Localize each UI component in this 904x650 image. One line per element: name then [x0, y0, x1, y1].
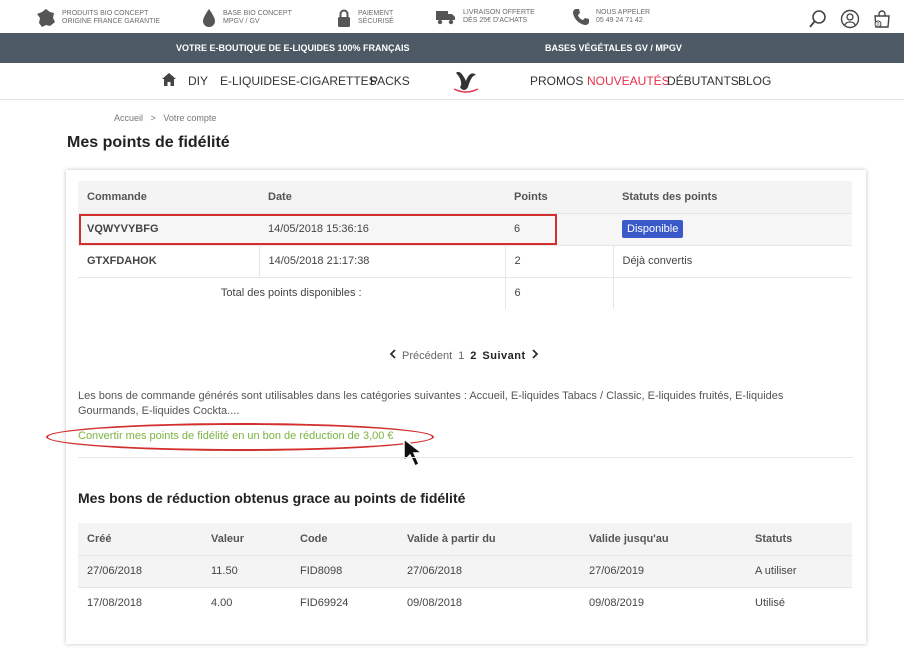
nav-item-packs[interactable]: PACKS: [370, 74, 410, 88]
table-row: GTXFDAHOK 14/05/2018 21:17:38 2 Déjà con…: [78, 244, 852, 277]
valid-to-cell: 09/08/2019: [580, 586, 746, 619]
status-badge: Disponible: [622, 220, 684, 238]
nav-item-debutants[interactable]: DÉBUTANTS: [667, 74, 739, 88]
col-header-statuts: Statuts: [746, 523, 852, 555]
date-cell: 14/05/2018 15:36:16: [259, 212, 505, 245]
col-header-valeur: Valeur: [202, 523, 291, 555]
nav-item-nouveautes[interactable]: NOUVEAUTÉS: [587, 74, 670, 88]
valid-from-cell: 09/08/2018: [398, 586, 580, 619]
info-item-phone: Nous appeler 05 49 24 71 42: [572, 8, 650, 26]
drop-icon: [203, 9, 215, 27]
valid-from-cell: 27/06/2018: [398, 554, 580, 587]
pagination: Précédent 1 2 Suivant: [389, 349, 539, 362]
status-cell: Disponible: [613, 212, 852, 245]
breadcrumb-home[interactable]: Accueil: [114, 113, 143, 123]
total-label: Total des points disponibles :: [78, 276, 505, 309]
col-header-points: Points: [505, 181, 613, 213]
nav-item-promos[interactable]: PROMOS: [530, 74, 583, 88]
chevron-right-icon[interactable]: [532, 349, 539, 362]
created-cell: 17/08/2018: [78, 586, 202, 619]
table-row: VQWYVYBFG 14/05/2018 15:36:16 6 Disponib…: [78, 212, 852, 245]
total-value: 6: [504, 276, 613, 309]
page-title: Mes points de fidélité: [67, 134, 230, 151]
france-map-icon: [37, 9, 55, 27]
promo-banner: VOTRE E-BOUTIQUE DE E-LIQUIDES 100% FRAN…: [0, 33, 904, 63]
pager-page-1[interactable]: 1: [458, 350, 464, 362]
breadcrumb-current[interactable]: Votre compte: [163, 113, 216, 123]
account-icon[interactable]: [840, 9, 860, 29]
order-cell: VQWYVYBFG: [78, 212, 259, 245]
info-bar: Produits Bio Concept Origine France Garan…: [0, 0, 904, 33]
points-cell: 6: [505, 212, 613, 245]
info-item-delivery: Livraison offerte Dès 25€ d'achats: [435, 8, 535, 26]
col-header-commande: Commande: [78, 181, 259, 213]
points-table: Commande Date Points Statuts des points …: [78, 181, 852, 309]
info-item-origin: Produits Bio Concept Origine France Garan…: [36, 8, 160, 28]
col-header-statuts: Statuts des points: [613, 181, 852, 213]
nav-item-diy[interactable]: DIY: [188, 74, 208, 88]
phone-icon: [573, 9, 589, 25]
value-cell: 4.00: [202, 586, 291, 619]
col-header-date: Date: [259, 181, 505, 213]
table-header: Commande Date Points Statuts des points: [78, 181, 852, 213]
table-row: 27/06/2018 11.50 FID8098 27/06/2018 27/0…: [78, 554, 852, 587]
table-header: Créé Valeur Code Valide à partir du Vali…: [78, 523, 852, 555]
total-row: Total des points disponibles : 6: [78, 276, 852, 309]
col-header-valide-au: Valide jusqu'au: [580, 523, 746, 555]
nav-item-blog[interactable]: BLOG: [738, 74, 771, 88]
code-cell: FID69924: [291, 586, 398, 619]
search-icon[interactable]: [808, 9, 828, 29]
main-nav: DIY E-LIQUIDES E-CIGARETTES PACKS PROMOS…: [0, 63, 904, 100]
valid-to-cell: 27/06/2019: [580, 554, 746, 587]
top-icons: 0: [808, 9, 892, 29]
status-cell: A utiliser: [746, 554, 852, 587]
col-header-valide-du: Valide à partir du: [398, 523, 580, 555]
col-header-cree: Créé: [78, 523, 202, 555]
mouse-cursor-icon: [402, 437, 430, 474]
created-cell: 27/06/2018: [78, 554, 202, 587]
info-item-payment: Paiement Sécurisé: [336, 8, 394, 28]
points-cell: 2: [504, 244, 613, 277]
vouchers-table: Créé Valeur Code Valide à partir du Vali…: [78, 523, 852, 619]
nav-item-e-liquides[interactable]: E-LIQUIDES: [220, 74, 288, 88]
order-cell: GTXFDAHOK: [78, 244, 259, 277]
table-row: 17/08/2018 4.00 FID69924 09/08/2018 09/0…: [78, 586, 852, 619]
vouchers-title: Mes bons de réduction obtenus grace au p…: [78, 490, 466, 506]
value-cell: 11.50: [202, 554, 291, 587]
home-icon[interactable]: [162, 73, 176, 89]
truck-icon: [436, 11, 455, 25]
convert-points-link[interactable]: Convertir mes points de fidélité en un b…: [78, 430, 394, 442]
banner-left-text: VOTRE E-BOUTIQUE DE E-LIQUIDES 100% FRAN…: [176, 43, 410, 53]
cart-icon[interactable]: 0: [872, 9, 892, 29]
code-cell: FID8098: [291, 554, 398, 587]
nav-item-e-cigarettes[interactable]: E-CIGARETTES: [288, 74, 377, 88]
svg-text:0: 0: [877, 22, 880, 28]
site-logo[interactable]: [450, 67, 482, 98]
banner-right-text: BASES VÉGÉTALES GV / MPGV: [545, 43, 682, 53]
date-cell: 14/05/2018 21:17:38: [258, 244, 505, 277]
voucher-categories-text: Les bons de commande générés sont utilis…: [78, 390, 784, 417]
chevron-left-icon[interactable]: [389, 349, 396, 362]
section-divider: [78, 457, 853, 458]
breadcrumb-separator: >: [150, 113, 156, 123]
status-cell: Utilisé: [746, 586, 852, 619]
breadcrumb: Accueil > Votre compte: [114, 113, 221, 123]
status-cell: Déjà convertis: [612, 244, 852, 277]
pager-page-2[interactable]: 2: [470, 350, 476, 362]
lock-icon: [338, 9, 350, 27]
col-header-code: Code: [291, 523, 398, 555]
pager-next[interactable]: Suivant: [482, 350, 525, 362]
total-empty-cell: [612, 276, 852, 309]
pager-prev[interactable]: Précédent: [402, 350, 452, 362]
info-item-base: Base Bio Concept MPGV / GV: [201, 8, 292, 28]
